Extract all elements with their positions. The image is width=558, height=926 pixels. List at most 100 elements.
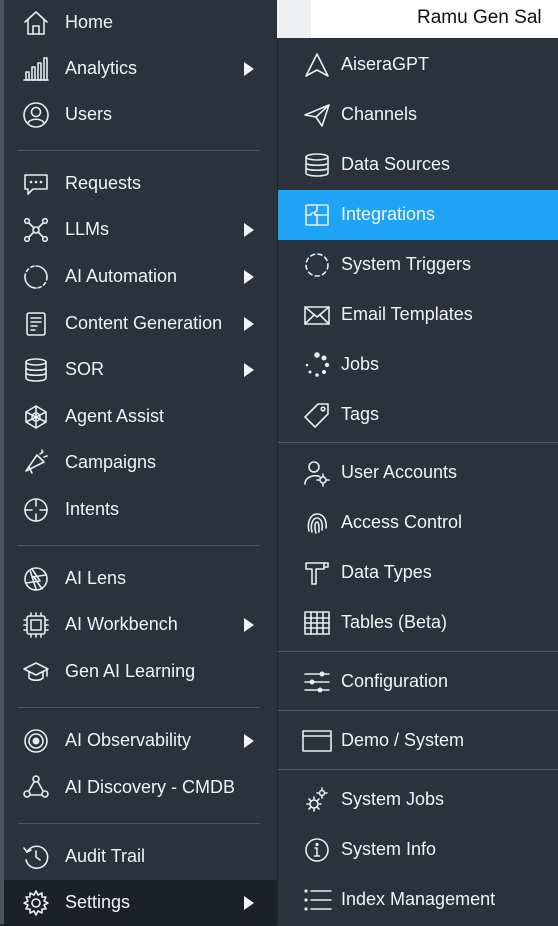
nav-item-label: AI Workbench: [65, 614, 178, 634]
envelope-icon: [302, 301, 332, 329]
puzzle-icon: [302, 201, 332, 229]
header-gap: [277, 0, 311, 38]
submenu-item-access-control[interactable]: Access Control: [278, 498, 558, 548]
gear-icon: [22, 889, 50, 917]
nav-item-ai-lens[interactable]: AI Lens: [4, 556, 277, 602]
submenu-item-system-triggers[interactable]: System Triggers: [278, 240, 558, 290]
nav-item-llms[interactable]: LLMs: [4, 207, 277, 253]
nav-item-label: Campaigns: [65, 452, 157, 472]
submenu-item-tags[interactable]: Tags: [278, 390, 558, 440]
info-icon: [302, 836, 332, 864]
sliders-icon: [302, 668, 332, 696]
submenu-item-label: System Jobs: [341, 789, 445, 809]
nav-item-ai-discovery[interactable]: AI Discovery - CMDB: [4, 765, 277, 811]
chevron-right-icon: [244, 363, 254, 377]
spinner-icon: [302, 351, 332, 379]
submenu-item-index-management[interactable]: Index Management: [278, 875, 558, 925]
nav-item-settings[interactable]: Settings: [4, 880, 277, 926]
nav-item-ai-automation[interactable]: AI Automation: [4, 254, 277, 300]
network-icon: [22, 216, 50, 244]
user-name[interactable]: Ramu Gen Sal: [417, 7, 542, 29]
ai-chip-icon: [22, 611, 50, 639]
submenu-item-label: Demo / System: [341, 730, 465, 750]
nav-item-ai-workbench[interactable]: AI Workbench: [4, 602, 277, 648]
nav-item-label: AI Lens: [65, 568, 127, 588]
nav-item-requests[interactable]: Requests: [4, 161, 277, 207]
submenu-item-label: Tags: [341, 404, 380, 424]
submenu-item-user-accounts[interactable]: User Accounts: [278, 448, 558, 498]
submenu-item-label: Tables (Beta): [341, 612, 448, 632]
submenu-item-label: Integrations: [341, 204, 436, 224]
nav-item-label: Audit Trail: [65, 846, 146, 866]
nav-item-label: AI Observability: [65, 730, 192, 750]
nav-item-label: Users: [65, 104, 113, 124]
crosshair-icon: [22, 496, 50, 524]
submenu-item-label: Access Control: [341, 512, 463, 532]
arrow-nav-icon: [302, 51, 332, 79]
nav-item-gen-ai-learning[interactable]: Gen AI Learning: [4, 649, 277, 695]
circle-dots-icon: [22, 263, 50, 291]
submenu-item-aiseragpt[interactable]: AiseraGPT: [278, 40, 558, 90]
main-nav-menu: Home Analytics Users Requests LLMs AI Au…: [4, 0, 277, 926]
submenu-item-data-sources[interactable]: Data Sources: [278, 140, 558, 190]
nav-item-label: Agent Assist: [65, 406, 165, 426]
paper-plane-icon: [302, 101, 332, 129]
nav-item-label: Home: [65, 12, 114, 32]
nav-item-analytics[interactable]: Analytics: [4, 46, 277, 92]
nav-item-label: SOR: [65, 359, 105, 379]
table-icon: [302, 609, 332, 637]
nav-item-label: Intents: [65, 499, 120, 519]
nav-item-campaigns[interactable]: Campaigns: [4, 440, 277, 486]
nav-item-intents[interactable]: Intents: [4, 487, 277, 533]
submenu-item-data-types[interactable]: Data Types: [278, 548, 558, 598]
submenu-item-configuration[interactable]: Configuration: [278, 657, 558, 707]
history-icon: [22, 843, 50, 871]
header-bar: Ramu Gen Sal: [277, 0, 558, 38]
submenu-item-tables[interactable]: Tables (Beta): [278, 598, 558, 648]
submenu-item-demo-system[interactable]: Demo / System: [278, 716, 558, 766]
chevron-right-icon: [244, 618, 254, 632]
nav-item-label: Analytics: [65, 58, 138, 78]
nav-item-audit-trail[interactable]: Audit Trail: [4, 834, 277, 880]
type-icon: [302, 559, 332, 587]
aperture-icon: [22, 565, 50, 593]
nav-item-agent-assist[interactable]: Agent Assist: [4, 394, 277, 440]
nav-item-sor[interactable]: SOR: [4, 347, 277, 393]
user-gear-icon: [302, 459, 332, 487]
fingerprint-icon: [302, 509, 332, 537]
submenu-item-label: Index Management: [341, 889, 496, 909]
submenu-item-system-jobs[interactable]: System Jobs: [278, 775, 558, 825]
database-icon: [302, 151, 332, 179]
nav-item-home[interactable]: Home: [4, 0, 277, 46]
megaphone-icon: [22, 449, 50, 477]
submenu-item-jobs[interactable]: Jobs: [278, 340, 558, 390]
divider: [278, 442, 558, 443]
chevron-right-icon: [244, 270, 254, 284]
nav-item-label: Requests: [65, 173, 142, 193]
divider: [278, 710, 558, 711]
nav-item-users[interactable]: Users: [4, 92, 277, 138]
chevron-right-icon: [244, 223, 254, 237]
submenu-item-integrations[interactable]: Integrations: [278, 190, 558, 240]
nav-item-content-generation[interactable]: Content Generation: [4, 301, 277, 347]
database-icon: [22, 356, 50, 384]
nav-item-label: Settings: [65, 892, 131, 912]
graduation-cap-icon: [22, 658, 50, 686]
submenu-item-system-info[interactable]: System Info: [278, 825, 558, 875]
chat-bubble-icon: [22, 170, 50, 198]
document-icon: [22, 310, 50, 338]
divider: [278, 651, 558, 652]
submenu-item-email-templates[interactable]: Email Templates: [278, 290, 558, 340]
submenu-item-channels[interactable]: Channels: [278, 90, 558, 140]
submenu-item-label: AiseraGPT: [341, 54, 430, 74]
dashed-circle-icon: [302, 251, 332, 279]
user-circle-icon: [22, 101, 50, 129]
nav-item-label: AI Discovery - CMDB: [65, 777, 236, 797]
nav-item-label: Gen AI Learning: [65, 661, 196, 681]
divider: [18, 150, 260, 151]
submenu-item-label: Data Types: [341, 562, 432, 582]
nav-item-ai-observability[interactable]: AI Observability: [4, 718, 277, 764]
divider: [18, 545, 260, 546]
submenu-item-label: Data Sources: [341, 154, 451, 174]
chevron-right-icon: [244, 62, 254, 76]
